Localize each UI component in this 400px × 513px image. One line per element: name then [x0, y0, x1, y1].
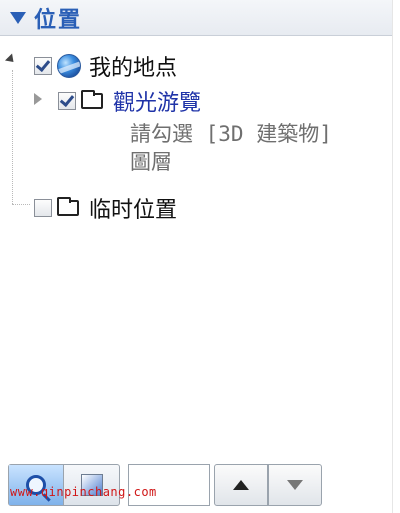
- move-down-button[interactable]: [268, 464, 322, 506]
- tree-guide-line: [12, 204, 30, 205]
- checkbox[interactable]: [34, 57, 52, 75]
- panel-scroll-edge: [392, 0, 400, 513]
- expand-toggle-icon[interactable]: [34, 93, 42, 105]
- tree-item-note: 圖層: [130, 150, 172, 174]
- panel-title: 位置: [34, 7, 83, 33]
- places-panel-header[interactable]: 位置: [0, 0, 392, 36]
- places-tree: 我的地点 觀光游覽 請勾選 [3D 建築物] 圖層 临时位置: [0, 36, 392, 456]
- expand-toggle-icon[interactable]: [4, 53, 18, 66]
- tree-item-label: 我的地点: [89, 56, 178, 81]
- globe-icon: [57, 54, 81, 78]
- folder-icon: [57, 197, 79, 216]
- checkbox[interactable]: [34, 199, 52, 217]
- tree-item-my-places[interactable]: 我的地点: [34, 50, 177, 82]
- tree-guide-line: [12, 70, 13, 204]
- collapse-triangle-icon[interactable]: [10, 11, 26, 24]
- folder-icon: [81, 90, 103, 109]
- tree-item-note: 請勾選 [3D 建築物]: [130, 122, 332, 146]
- watermark: www.qinpinchang.com: [10, 485, 157, 499]
- checkbox[interactable]: [58, 92, 76, 110]
- tree-item-temporary-places[interactable]: 临时位置: [34, 192, 177, 224]
- arrow-up-icon: [233, 480, 249, 490]
- tree-item-label: 临时位置: [89, 198, 178, 223]
- tree-item-sightseeing[interactable]: 觀光游覽: [58, 85, 201, 117]
- move-up-button[interactable]: [214, 464, 268, 506]
- tree-item-label[interactable]: 觀光游覽: [113, 85, 201, 117]
- arrow-down-icon: [287, 480, 303, 490]
